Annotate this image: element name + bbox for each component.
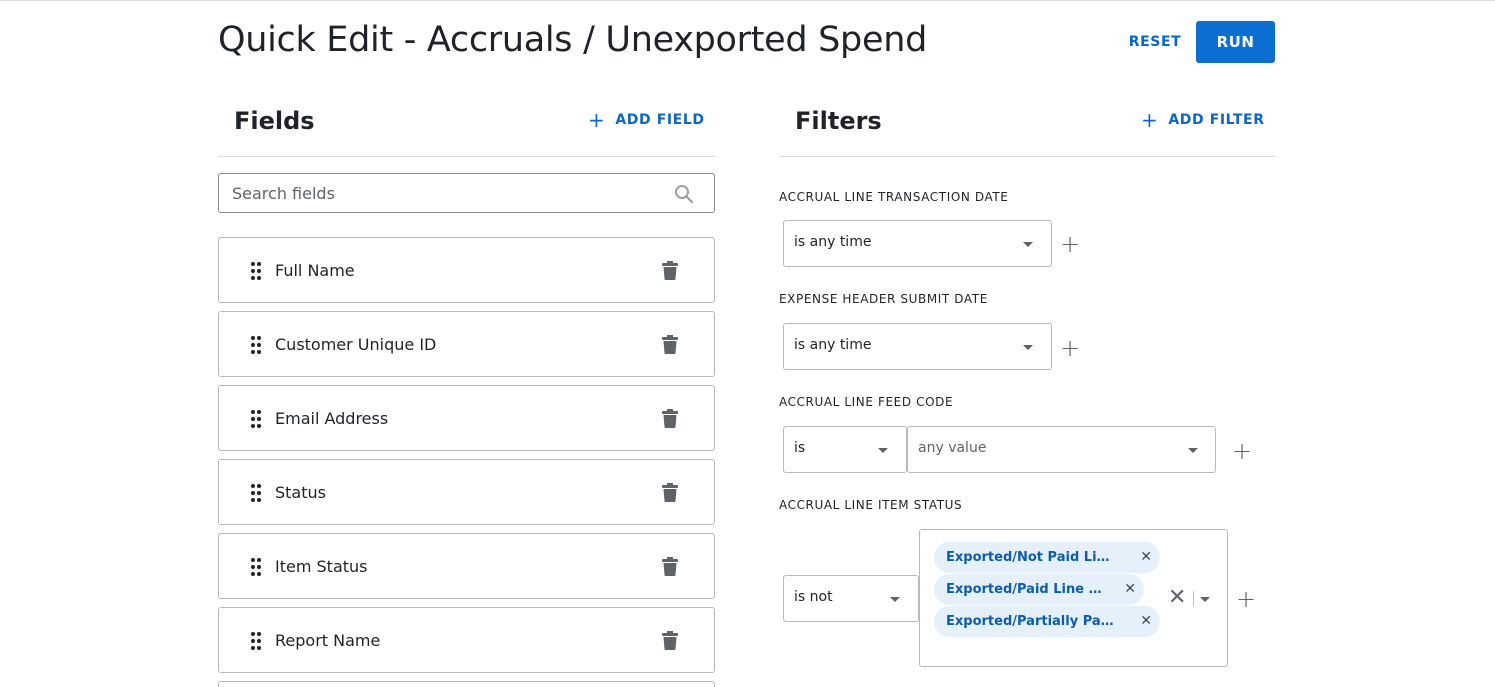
trash-icon[interactable] xyxy=(662,261,678,280)
close-icon[interactable]: ✕ xyxy=(1140,613,1152,629)
filter-label: ACCRUAL LINE FEED CODE xyxy=(779,395,954,409)
chevron-down-icon xyxy=(1188,448,1198,453)
trash-icon[interactable] xyxy=(662,631,678,650)
filter-label: ACCRUAL LINE TRANSACTION DATE xyxy=(779,190,1009,204)
field-item[interactable] xyxy=(218,681,715,687)
field-label: Report Name xyxy=(275,630,381,650)
field-label: Item Status xyxy=(275,556,368,576)
add-condition-button[interactable]: + xyxy=(1232,439,1252,463)
add-filter-label: ADD FILTER xyxy=(1168,112,1265,128)
reset-button[interactable]: RESET xyxy=(1120,21,1190,63)
operator-value: is xyxy=(794,440,806,456)
value-tag[interactable]: Exported/Not Paid Line I... ✕ xyxy=(934,542,1160,573)
filter-label: EXPENSE HEADER SUBMIT DATE xyxy=(779,292,988,306)
value-tag[interactable]: Exported/Paid Line Item ✕ xyxy=(934,574,1144,605)
search-icon[interactable] xyxy=(674,184,694,204)
multi-value-select[interactable]: Exported/Not Paid Line I... ✕ Exported/P… xyxy=(919,529,1228,667)
field-item[interactable]: Status xyxy=(218,459,715,525)
filters-divider xyxy=(779,156,1275,157)
run-button[interactable]: RUN xyxy=(1196,21,1275,63)
operator-select[interactable]: is any time xyxy=(783,220,1052,267)
field-label: Status xyxy=(275,482,326,502)
operator-select[interactable]: is not xyxy=(783,575,919,622)
field-item[interactable]: Report Name xyxy=(218,607,715,673)
value-select[interactable]: any value xyxy=(907,426,1216,473)
trash-icon[interactable] xyxy=(662,557,678,576)
operator-select[interactable]: is any time xyxy=(783,323,1052,370)
add-filter-button[interactable]: + ADD FILTER xyxy=(1141,110,1265,130)
top-divider xyxy=(0,0,1495,1)
fields-divider xyxy=(218,156,715,157)
field-item[interactable]: Customer Unique ID xyxy=(218,311,715,377)
field-list: Full Name Customer Unique ID Email Addre… xyxy=(218,237,715,687)
chevron-down-icon[interactable] xyxy=(1200,597,1210,602)
trash-icon[interactable] xyxy=(662,335,678,354)
operator-value: is any time xyxy=(794,234,872,250)
operator-value: is any time xyxy=(794,337,872,353)
field-item[interactable]: Item Status xyxy=(218,533,715,599)
chevron-down-icon xyxy=(878,448,888,453)
page-title: Quick Edit - Accruals / Unexported Spend xyxy=(218,20,928,60)
value-tag[interactable]: Exported/Partially Paid L... ✕ xyxy=(934,606,1160,637)
field-label: Email Address xyxy=(275,408,389,428)
trash-icon[interactable] xyxy=(662,409,678,428)
add-field-button[interactable]: + ADD FIELD xyxy=(588,110,705,130)
separator xyxy=(1193,591,1194,607)
drag-handle-icon[interactable] xyxy=(251,484,261,502)
drag-handle-icon[interactable] xyxy=(251,336,261,354)
drag-handle-icon[interactable] xyxy=(251,410,261,428)
tag-label: Exported/Paid Line Item xyxy=(946,582,1106,597)
drag-handle-icon[interactable] xyxy=(251,262,261,280)
add-condition-button[interactable]: + xyxy=(1060,336,1080,360)
filters-title: Filters xyxy=(795,107,882,135)
chevron-down-icon xyxy=(1023,345,1033,350)
close-icon[interactable]: ✕ xyxy=(1140,549,1152,565)
field-item[interactable]: Email Address xyxy=(218,385,715,451)
clear-all-icon[interactable]: ✕ xyxy=(1168,587,1186,609)
add-condition-button[interactable]: + xyxy=(1236,587,1256,611)
plus-icon: + xyxy=(1141,108,1159,132)
field-label: Customer Unique ID xyxy=(275,334,437,354)
operator-select[interactable]: is xyxy=(783,426,907,473)
add-condition-button[interactable]: + xyxy=(1060,232,1080,256)
chevron-down-icon xyxy=(1023,242,1033,247)
field-item[interactable]: Full Name xyxy=(218,237,715,303)
plus-icon: + xyxy=(588,108,606,132)
fields-title: Fields xyxy=(234,107,315,135)
close-icon[interactable]: ✕ xyxy=(1124,581,1136,597)
field-label: Full Name xyxy=(275,260,355,280)
filter-label: ACCRUAL LINE ITEM STATUS xyxy=(779,498,963,512)
operator-value: is not xyxy=(794,589,833,605)
value-placeholder: any value xyxy=(918,440,987,456)
tag-label: Exported/Not Paid Line I... xyxy=(946,550,1118,565)
drag-handle-icon[interactable] xyxy=(251,632,261,650)
drag-handle-icon[interactable] xyxy=(251,558,261,576)
tag-label: Exported/Partially Paid L... xyxy=(946,614,1118,629)
add-field-label: ADD FIELD xyxy=(615,112,705,128)
trash-icon[interactable] xyxy=(662,483,678,502)
search-input[interactable] xyxy=(219,174,714,212)
search-box xyxy=(218,173,715,213)
chevron-down-icon xyxy=(890,597,900,602)
